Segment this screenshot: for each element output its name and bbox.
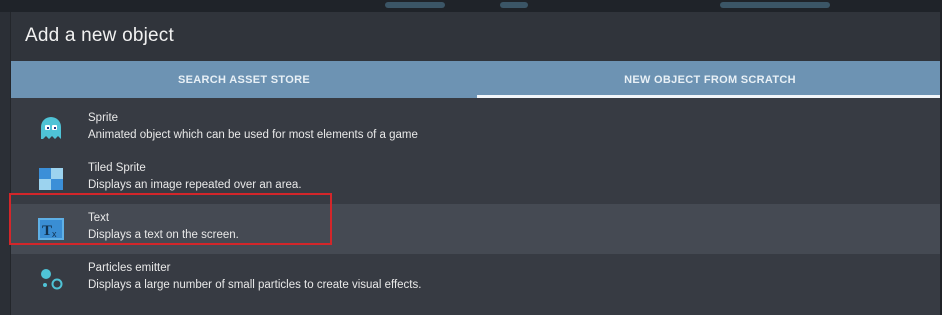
object-type-list: Sprite Animated object which can be used… bbox=[11, 104, 942, 304]
dialog-title: Add a new object bbox=[25, 25, 174, 46]
tab-search-asset-store[interactable]: SEARCH ASSET STORE bbox=[11, 61, 477, 98]
background-strip bbox=[0, 0, 942, 12]
ghost-icon bbox=[37, 115, 65, 143]
list-item-tiled-sprite[interactable]: Tiled Sprite Displays an image repeated … bbox=[11, 154, 942, 204]
item-name: Sprite bbox=[88, 112, 119, 124]
item-name: Tiled Sprite bbox=[88, 162, 146, 174]
item-name: Text bbox=[88, 212, 110, 224]
text-object-icon: T x bbox=[37, 215, 65, 243]
list-item-particles-emitter[interactable]: Particles emitter Displays a large numbe… bbox=[11, 254, 942, 304]
add-object-dialog: Add a new object SEARCH ASSET STORE NEW … bbox=[10, 12, 942, 315]
list-item-text[interactable]: T x Text Displays a text on the screen. bbox=[11, 204, 942, 254]
background-fragment bbox=[720, 2, 830, 8]
item-name: Particles emitter bbox=[88, 262, 171, 274]
dialog-tabs: SEARCH ASSET STORE NEW OBJECT FROM SCRAT… bbox=[11, 61, 942, 98]
item-description: Animated object which can be used for mo… bbox=[88, 129, 418, 141]
item-description: Displays a text on the screen. bbox=[88, 229, 239, 241]
tiled-sprite-icon bbox=[37, 165, 65, 193]
item-description: Displays an image repeated over an area. bbox=[88, 179, 302, 191]
dialog-title-bar: Add a new object bbox=[11, 12, 942, 61]
item-description: Displays a large number of small particl… bbox=[88, 279, 422, 291]
svg-text:T: T bbox=[42, 223, 52, 239]
particles-icon bbox=[37, 265, 65, 293]
list-item-sprite[interactable]: Sprite Animated object which can be used… bbox=[11, 104, 942, 154]
svg-text:x: x bbox=[52, 229, 57, 239]
background-fragment bbox=[500, 2, 528, 8]
background-fragment bbox=[385, 2, 445, 8]
tab-new-object-from-scratch[interactable]: NEW OBJECT FROM SCRATCH bbox=[477, 61, 942, 98]
